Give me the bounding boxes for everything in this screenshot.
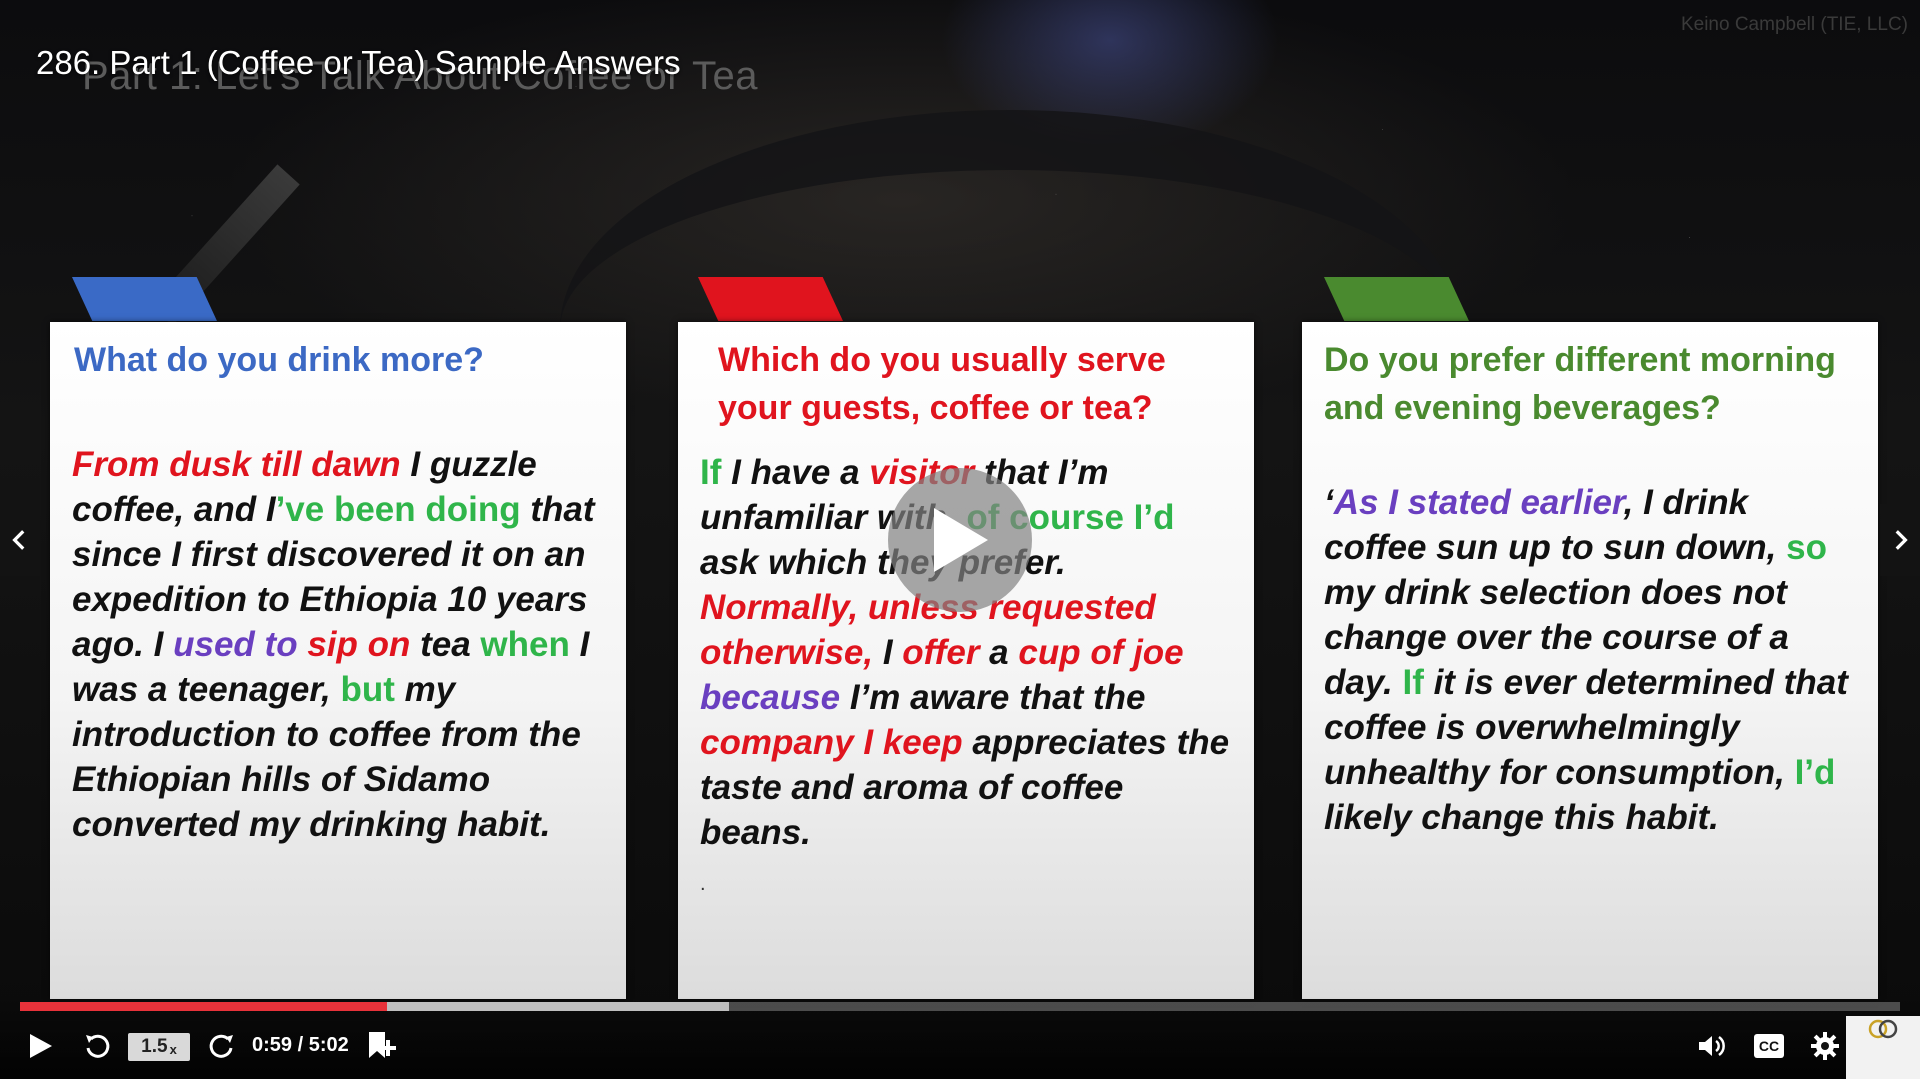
time-display: 0:59 / 5:02 xyxy=(252,1034,349,1056)
playback-rate-value: 1.5 xyxy=(141,1036,168,1057)
answer-text-run: As I stated earlier xyxy=(1333,483,1624,522)
answer-text-run: I’m aware that the xyxy=(840,678,1146,717)
answer-text-run: when xyxy=(480,625,570,664)
answer-card-3: Do you prefer different morning and even… xyxy=(1302,322,1878,999)
card-tab-red xyxy=(698,277,843,321)
card-question: Do you prefer different morning and even… xyxy=(1324,341,1836,427)
card-footnote: . xyxy=(700,873,706,895)
play-button[interactable] xyxy=(24,1026,58,1066)
answer-card-2: Which do you usually serve your guests, … xyxy=(678,322,1254,999)
progress-played xyxy=(20,1002,387,1011)
answer-text-run: company I keep xyxy=(700,723,963,762)
answer-text-run: ’ve been doing xyxy=(275,490,521,529)
answer-card-1: What do you drink more? From dusk till d… xyxy=(50,322,626,999)
progress-bar[interactable] xyxy=(20,1002,1900,1011)
video-title: 286. Part 1 (Coffee or Tea) Sample Answe… xyxy=(36,44,681,81)
svg-text:CC: CC xyxy=(1759,1038,1779,1054)
gear-icon xyxy=(1811,1032,1839,1060)
answer-text-run: If xyxy=(700,453,722,492)
card-tab-blue xyxy=(72,277,217,321)
rewind-button[interactable] xyxy=(80,1026,114,1066)
answer-text-run: I have a xyxy=(721,453,870,492)
volume-button[interactable] xyxy=(1694,1026,1732,1066)
card-answer: ‘As I stated earlier, I drink coffee sun… xyxy=(1324,480,1856,840)
previous-video-button[interactable] xyxy=(0,504,40,576)
answer-text-run: because xyxy=(700,678,841,717)
play-icon xyxy=(30,1034,52,1058)
rewind-icon xyxy=(86,1034,110,1058)
big-play-icon xyxy=(934,508,988,572)
answer-text-run: From dusk till dawn xyxy=(72,445,401,484)
card-question: Which do you usually serve your guests, … xyxy=(718,341,1166,427)
playback-rate-suffix: x xyxy=(169,1041,177,1057)
answer-text-run: so xyxy=(1786,528,1827,567)
cc-icon: CC xyxy=(1754,1034,1784,1058)
answer-text-run: used to xyxy=(173,625,298,664)
answer-text-run: cup of joe xyxy=(1018,633,1184,672)
answer-text-run: ‘ xyxy=(1324,483,1334,522)
forward-button[interactable] xyxy=(205,1026,239,1066)
answer-text-run: tea xyxy=(410,625,481,664)
big-play-button[interactable] xyxy=(888,468,1032,612)
bookmark-add-icon xyxy=(369,1032,396,1058)
channel-logo[interactable] xyxy=(1846,1016,1920,1079)
next-video-button[interactable] xyxy=(1880,504,1920,576)
answer-text-run: I’d xyxy=(1794,753,1836,792)
captions-button[interactable]: CC xyxy=(1750,1026,1788,1066)
answer-text-run xyxy=(298,625,308,664)
answer-text-run: offer xyxy=(902,633,980,672)
settings-button[interactable] xyxy=(1806,1026,1844,1066)
add-bookmark-button[interactable] xyxy=(364,1026,398,1066)
answer-text-run: sip on xyxy=(307,625,411,664)
answer-text-run: likely change this habit. xyxy=(1324,798,1719,837)
answer-text-run: but xyxy=(340,670,395,709)
card-tab-green xyxy=(1324,277,1469,321)
channel-logo-icon xyxy=(1868,1019,1898,1039)
playback-rate-button[interactable]: 1.5 x xyxy=(128,1033,190,1061)
video-stage[interactable]: Part 1: Let's Talk About Coffee or Tea K… xyxy=(0,0,1920,1079)
watermark: Keino Campbell (TIE, LLC) xyxy=(1680,14,1908,35)
card-question: What do you drink more? xyxy=(74,341,484,379)
forward-icon xyxy=(209,1034,233,1058)
chevron-left-icon xyxy=(12,530,25,550)
card-answer: From dusk till dawn I guzzle coffee, and… xyxy=(72,442,604,847)
answer-text-run: a xyxy=(979,633,1019,672)
chevron-right-icon xyxy=(1895,530,1908,550)
volume-icon xyxy=(1699,1035,1725,1057)
answer-text-run: I xyxy=(873,633,903,672)
answer-text-run: If xyxy=(1402,663,1424,702)
